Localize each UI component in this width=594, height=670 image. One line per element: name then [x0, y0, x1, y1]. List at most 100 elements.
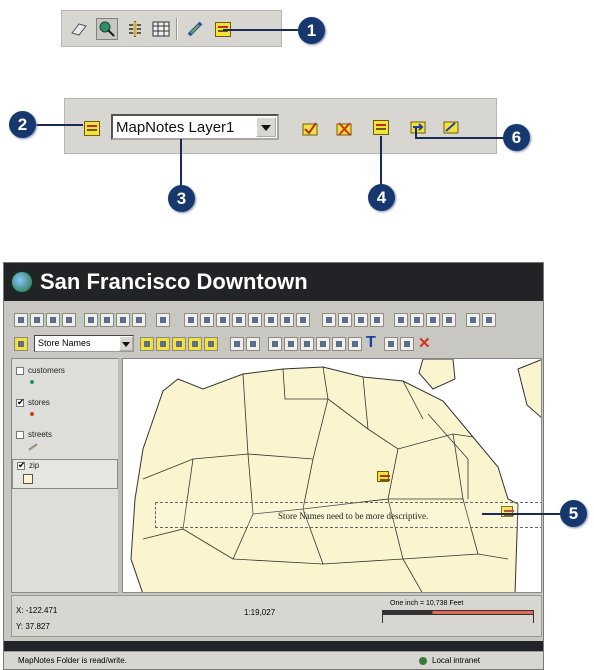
edit-note-icon[interactable] — [172, 337, 186, 351]
y-coordinate: Y: 37.827 — [16, 622, 50, 631]
delete-icon[interactable]: ✕ — [418, 334, 431, 352]
export-notes-icon[interactable] — [407, 116, 429, 138]
zoom-out-icon[interactable] — [264, 313, 278, 327]
polyline-icon[interactable] — [316, 337, 330, 351]
window-bottom-bar — [4, 641, 543, 651]
mapnotes-icon[interactable] — [14, 337, 28, 351]
full-extent-icon[interactable] — [280, 313, 294, 327]
layer-label: customers — [28, 366, 65, 375]
mapnotes-icon[interactable] — [81, 117, 103, 139]
layer-item-stores[interactable]: ✔ stores — [12, 397, 118, 423]
dropdown-button[interactable] — [256, 117, 276, 137]
add-note-icon[interactable] — [140, 337, 154, 351]
export-notes-icon[interactable] — [188, 337, 202, 351]
scalebar-label: One inch = 10,738 Feet — [390, 600, 464, 607]
zoom-in-icon[interactable] — [248, 313, 262, 327]
measure-icon[interactable] — [124, 18, 146, 40]
mapnotes-layer-select[interactable]: MapNotes Layer1 — [111, 114, 279, 140]
pointer-icon[interactable] — [268, 337, 282, 351]
layer-select-value: MapNotes Layer1 — [116, 119, 235, 136]
chevron-down-icon — [122, 342, 130, 347]
bookmark-add-icon[interactable] — [232, 313, 246, 327]
add-note-icon[interactable] — [299, 118, 321, 140]
chart-icon[interactable] — [426, 313, 440, 327]
new-icon[interactable] — [14, 313, 28, 327]
folder-icon[interactable] — [62, 313, 76, 327]
mapnote-symbol-icon[interactable] — [377, 471, 390, 482]
layer-label: stores — [28, 398, 50, 407]
callout-leader-3 — [180, 139, 182, 189]
view-icon[interactable] — [132, 313, 146, 327]
point-icon[interactable] — [284, 337, 298, 351]
save-icon[interactable] — [30, 313, 44, 327]
select-icon[interactable] — [370, 313, 384, 327]
polygon-icon[interactable] — [348, 337, 362, 351]
help-icon[interactable] — [482, 313, 496, 327]
info-icon[interactable] — [322, 313, 336, 327]
store-layer-select[interactable]: Store Names — [34, 335, 134, 352]
table-icon[interactable] — [150, 18, 172, 40]
note-text-box[interactable]: Store Names need to be more descriptive. — [155, 502, 541, 528]
map-icon[interactable] — [116, 313, 130, 327]
callout-leader-1 — [223, 29, 301, 31]
callout-leader-6 — [415, 137, 505, 139]
import-notes-icon[interactable] — [440, 116, 462, 138]
globe-icon — [11, 271, 33, 293]
buffer-icon[interactable] — [394, 313, 408, 327]
map-scroll-edge — [118, 358, 122, 593]
zip-polygons — [130, 359, 541, 592]
mapnotes-toolbar: MapNotes Layer1 — [64, 98, 497, 154]
redo-icon[interactable] — [246, 337, 260, 351]
point-symbol-icon — [30, 380, 34, 384]
find-icon[interactable] — [338, 313, 352, 327]
layer-item-zip[interactable]: ✔ zip — [12, 459, 118, 489]
publish-icon[interactable] — [46, 313, 60, 327]
layout-icon[interactable] — [100, 313, 114, 327]
edit-note-icon[interactable] — [370, 116, 392, 138]
layer-checkbox[interactable]: ✔ — [16, 397, 25, 407]
store-layer-value: Store Names — [38, 338, 91, 348]
rectangle-icon[interactable] — [332, 337, 346, 351]
back-extent-icon[interactable] — [200, 313, 214, 327]
map-scale: 1:19,027 — [244, 608, 276, 617]
layer-item-streets[interactable]: streets — [12, 429, 118, 455]
map-view[interactable]: Store Names need to be more descriptive. — [122, 358, 542, 593]
line-icon[interactable] — [300, 337, 314, 351]
report-icon[interactable] — [442, 313, 456, 327]
zone-icon — [419, 657, 427, 665]
layer-checkbox[interactable] — [16, 367, 24, 375]
layer-checkbox[interactable]: ✔ — [17, 460, 26, 470]
globe-view-icon[interactable] — [296, 313, 310, 327]
app-window: San Francisco Downtown Store Names T ✕ c… — [3, 262, 544, 670]
polygon-symbol-icon — [23, 474, 33, 484]
overview-icon[interactable] — [156, 313, 170, 327]
pan-icon[interactable] — [184, 313, 198, 327]
point-symbol-icon — [30, 412, 34, 416]
layer-checkbox[interactable] — [16, 431, 24, 439]
import-notes-icon[interactable] — [204, 337, 218, 351]
window-title: San Francisco Downtown — [40, 269, 308, 294]
bookmark-icon[interactable] — [216, 313, 230, 327]
hyperlink-icon[interactable] — [184, 18, 206, 40]
note-text: Store Names need to be more descriptive. — [278, 511, 429, 521]
tools-icon[interactable] — [466, 313, 480, 327]
title-bar: San Francisco Downtown — [4, 263, 543, 301]
search-icon[interactable] — [354, 313, 368, 327]
eraser-icon[interactable] — [68, 18, 90, 40]
properties-icon[interactable] — [400, 337, 414, 351]
callout-leader-5 — [482, 513, 562, 515]
print-icon[interactable] — [84, 313, 98, 327]
callout-5: 5 — [560, 500, 587, 527]
text-icon[interactable]: T — [366, 334, 376, 352]
status-bar: MapNotes Folder is read/write. Local int… — [4, 651, 543, 669]
route-icon[interactable] — [410, 313, 424, 327]
style-icon[interactable] — [384, 337, 398, 351]
layer-item-customers[interactable]: customers — [12, 365, 118, 391]
status-message: MapNotes Folder is read/write. — [18, 656, 127, 665]
dropdown-button[interactable] — [119, 336, 133, 351]
map-footer: X: -122.471 Y: 37.827 1:19,027 One inch … — [11, 595, 542, 637]
delete-note-icon[interactable] — [333, 118, 355, 140]
undo-icon[interactable] — [230, 337, 244, 351]
identify-icon[interactable] — [96, 18, 118, 40]
delete-note-icon[interactable] — [156, 337, 170, 351]
